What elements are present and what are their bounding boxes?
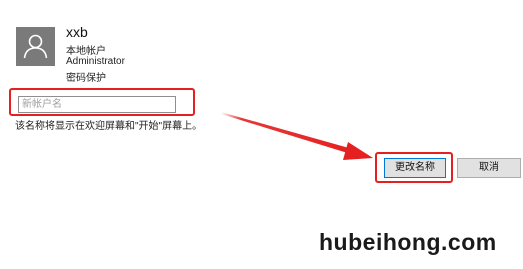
- cancel-button[interactable]: 取消: [457, 158, 521, 178]
- change-name-button[interactable]: 更改名称: [384, 158, 446, 178]
- account-security: 密码保护: [66, 73, 106, 84]
- account-username: xxb: [66, 24, 88, 40]
- account-role: Administrator: [66, 56, 125, 67]
- watermark: hubeihong.com: [319, 229, 497, 255]
- account-type: 本地帐户: [66, 46, 106, 57]
- user-icon: [23, 34, 48, 59]
- rename-hint-text: 该名称将显示在欢迎屏幕和"开始"屏幕上。: [15, 121, 203, 132]
- avatar: [16, 27, 55, 66]
- new-account-name-input[interactable]: 新帐户名: [18, 96, 176, 113]
